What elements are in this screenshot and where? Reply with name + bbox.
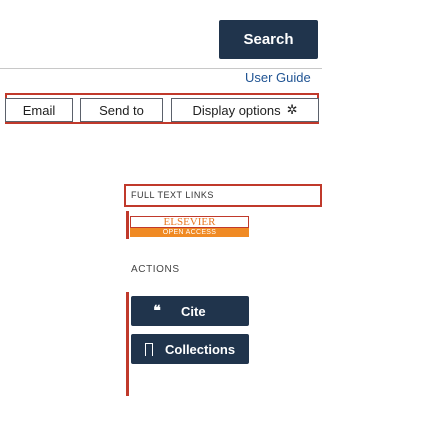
divider <box>0 68 322 69</box>
quote-icon: ❝ <box>153 303 161 319</box>
send-to-button[interactable]: Send to <box>80 98 163 122</box>
display-options-label: Display options <box>192 102 281 118</box>
gear-icon: ✲ <box>286 102 298 117</box>
open-access-badge: Open Access <box>130 228 249 237</box>
user-guide-link[interactable]: User Guide <box>245 70 311 85</box>
search-field-area[interactable] <box>0 7 215 47</box>
cite-button[interactable]: ❝ Cite <box>131 296 249 326</box>
highlight-bar <box>126 292 129 396</box>
search-button[interactable]: Search <box>219 20 318 59</box>
display-options-button[interactable]: Display options ✲ <box>171 98 319 122</box>
collections-button[interactable]: Collections <box>131 334 249 364</box>
collections-label: Collections <box>165 341 236 357</box>
cite-label: Cite <box>181 303 206 319</box>
actions-heading: Actions <box>131 264 180 275</box>
bookmark-icon <box>145 342 153 356</box>
elsevier-logo: ELSEVIER <box>130 216 249 228</box>
email-button[interactable]: Email <box>5 98 73 122</box>
full-text-links-heading: Full text links <box>131 190 214 200</box>
